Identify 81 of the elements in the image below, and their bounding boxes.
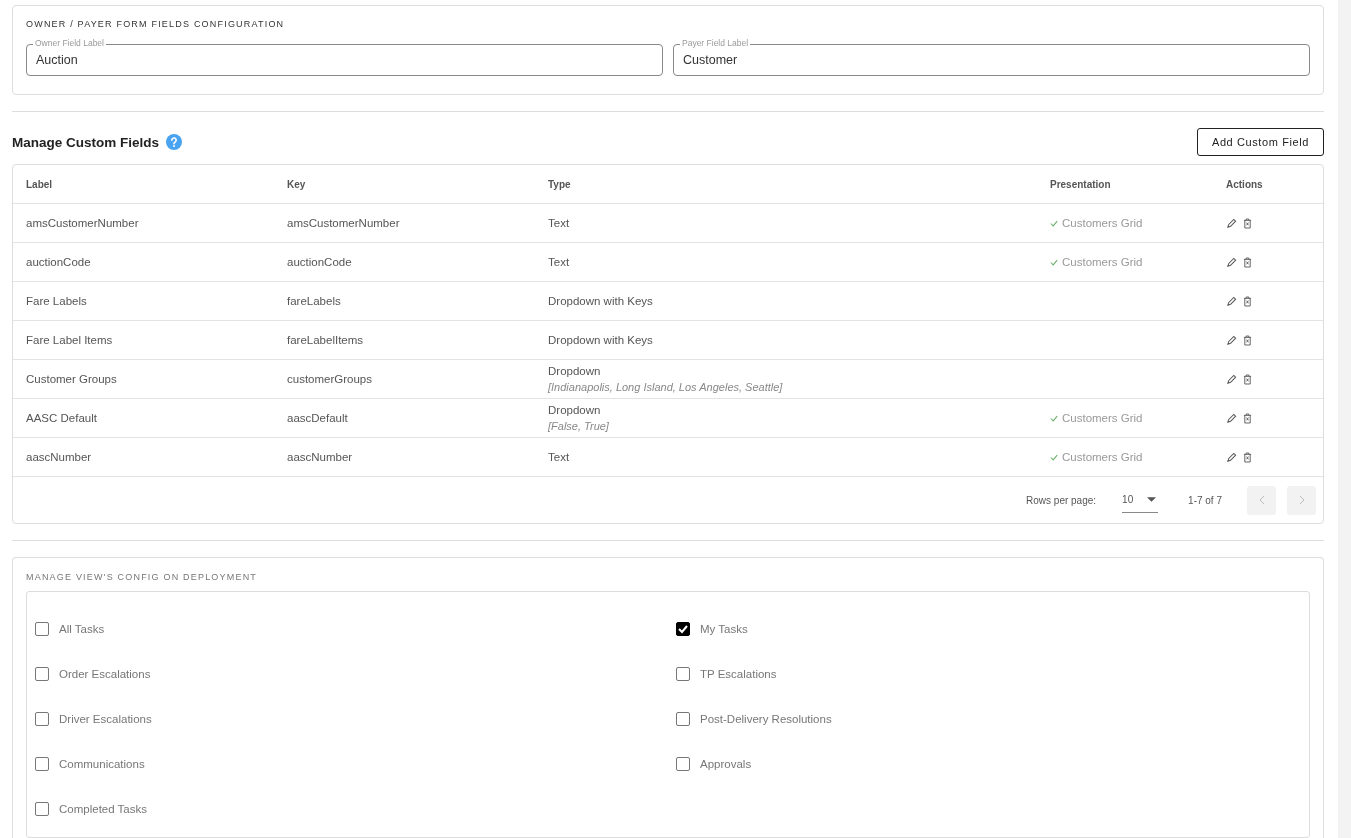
field-label: Payer Field Label <box>680 38 751 48</box>
checkbox[interactable] <box>35 621 49 636</box>
column-header: Type <box>548 178 572 190</box>
section-heading: Manage Custom Fields <box>12 134 160 150</box>
table-cell-text: Customer Groups <box>26 373 118 385</box>
checkbox[interactable] <box>676 621 690 636</box>
checkbox[interactable] <box>676 666 690 681</box>
checkbox-label[interactable]: All Tasks <box>59 622 105 635</box>
table-cell-text: Fare Labels <box>26 295 88 307</box>
checkbox[interactable] <box>35 801 49 816</box>
add-custom-field-button[interactable]: Add Custom Field <box>1196 128 1324 156</box>
table-cell-text: aascNumber <box>26 451 93 463</box>
options-text: [False, True] <box>548 419 610 434</box>
checkbox[interactable] <box>676 756 690 771</box>
field-label: Owner Field Label <box>33 38 106 48</box>
checkbox-label[interactable]: Post-Delivery Resolutions <box>700 712 832 725</box>
table-cell-text: amsCustomerNumber <box>287 217 401 229</box>
trash-icon[interactable] <box>1243 451 1252 463</box>
column-header: Presentation <box>1050 178 1112 190</box>
column-header: Label <box>26 178 54 190</box>
check-icon <box>1050 219 1058 227</box>
table-cell-text: aascNumber <box>287 451 354 463</box>
checkbox-label[interactable]: Driver Escalations <box>59 712 152 725</box>
chevron-left-icon <box>1258 495 1265 505</box>
trash-icon[interactable] <box>1243 334 1252 346</box>
checkbox[interactable] <box>35 711 49 726</box>
table-cell: Customers Grid <box>1062 217 1143 229</box>
table-cell-text: AASC Default <box>26 412 98 424</box>
checkbox[interactable] <box>676 711 690 726</box>
trash-icon[interactable] <box>1243 256 1252 268</box>
table-cell-text: auctionCode <box>26 256 92 268</box>
pencil-icon[interactable] <box>1226 373 1237 385</box>
options-text: [Indianapolis, Long Island, Los Angeles, Seattle] <box>548 380 784 395</box>
pencil-icon[interactable] <box>1226 295 1237 307</box>
table-cell-text: Dropdown with Keys <box>548 294 654 309</box>
table-cell-text: Text <box>548 450 571 465</box>
checkbox-label[interactable]: TP Escalations <box>700 667 777 680</box>
checkbox[interactable] <box>35 756 49 771</box>
pencil-icon[interactable] <box>1226 217 1237 229</box>
section-title: OWNER / PAYER FORM FIELDS CONFIGURATION <box>26 19 286 29</box>
trash-icon[interactable] <box>1243 295 1252 307</box>
table-cell-text: Dropdown <box>548 403 602 418</box>
checkbox-label[interactable]: Communications <box>59 757 145 770</box>
table-cell-text: Text <box>548 216 571 231</box>
check-icon <box>1050 453 1058 461</box>
table-cell-text: amsCustomerNumber <box>26 217 140 229</box>
table-cell: Customers Grid <box>1062 256 1143 268</box>
pencil-icon[interactable] <box>1226 412 1237 424</box>
section-title: MANAGE VIEW'S CONFIG ON DEPLOYMENT <box>26 572 259 582</box>
table-cell-text: fareLabels <box>287 295 342 307</box>
pencil-icon[interactable] <box>1226 256 1237 268</box>
table-cell-text: customerGroups <box>287 373 373 385</box>
page-range: 1-7 of 7 <box>1188 494 1222 506</box>
table-cell: Customers Grid <box>1062 451 1143 463</box>
checkbox-label[interactable]: Order Escalations <box>59 667 151 680</box>
rows-per-page-select[interactable]: 10 <box>1122 487 1159 513</box>
table-cell-text: Fare Label Items <box>26 334 114 346</box>
check-icon <box>1050 258 1058 266</box>
table-cell-text: aascDefault <box>287 412 349 424</box>
chevron-right-icon <box>1298 495 1305 505</box>
table-cell-text: Text <box>548 255 571 270</box>
pencil-icon[interactable] <box>1226 451 1237 463</box>
trash-icon[interactable] <box>1243 412 1252 424</box>
checkbox[interactable] <box>35 666 49 681</box>
table-cell-text: auctionCode <box>287 256 353 268</box>
caret-icon <box>1147 496 1157 502</box>
table-cell: Customers Grid <box>1062 412 1143 424</box>
pencil-icon[interactable] <box>1226 334 1237 346</box>
checkbox-label[interactable]: Approvals <box>700 757 752 770</box>
table-cell-text: Dropdown <box>548 364 602 379</box>
column-header: Actions <box>1226 178 1264 190</box>
help-icon[interactable] <box>166 134 183 150</box>
checkbox-label[interactable]: Completed Tasks <box>59 802 147 815</box>
trash-icon[interactable] <box>1243 373 1252 385</box>
column-header: Key <box>287 178 307 190</box>
table-cell-text: fareLabelItems <box>287 334 365 346</box>
table-cell-text: Dropdown with Keys <box>548 333 654 348</box>
check-icon <box>1050 414 1058 422</box>
rows-per-page-label: Rows per page: <box>1026 494 1097 506</box>
checkbox-label[interactable]: My Tasks <box>700 622 748 635</box>
trash-icon[interactable] <box>1243 217 1252 229</box>
